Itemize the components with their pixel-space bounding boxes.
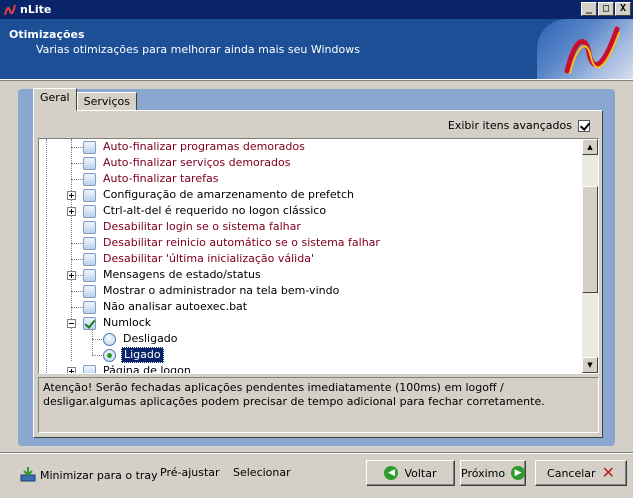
tree-item-disable-login-on-fail[interactable]: Desabilitar login se o sistema falhar [83,219,303,235]
scroll-thumb[interactable] [582,186,598,293]
tweak-checkbox[interactable] [83,300,96,314]
tree-item-numlock[interactable]: Numlock [83,315,153,331]
tree-item-auto-end-programs[interactable]: Auto-finalizar programas demorados [83,139,307,155]
tweak-checkbox[interactable] [83,188,96,202]
expand-prefetch-icon[interactable] [67,191,76,200]
tweak-checkbox[interactable] [83,156,96,170]
tweak-description: Atenção! Serão fechadas aplicações pende… [38,377,599,433]
nlite-logo-icon [537,19,633,79]
tree-item-disable-last-known-good[interactable]: Desabilitar 'última inicialização válida… [83,251,316,267]
arrow-left-icon: ◀ [384,466,399,480]
header-banner: Otimizações Varias otimizações para melh… [0,19,633,79]
scroll-up-button[interactable]: ▲ [582,139,598,155]
footer-divider [0,452,633,454]
next-button[interactable]: Próximo ▶ [460,460,526,486]
tweak-checkbox[interactable] [83,364,96,373]
scroll-down-button[interactable]: ▼ [582,357,598,373]
tweak-checkbox[interactable] [83,284,96,298]
tray-icon [20,466,36,485]
minimize-button[interactable]: _ [581,2,597,16]
tweaks-tree[interactable]: Auto-finalizar programas demorados Auto-… [38,138,599,374]
tree-item-disable-auto-restart[interactable]: Desabilitar reinicio automático se o sis… [83,235,382,251]
minimize-to-tray-link[interactable]: Minimizar para o tray [20,466,158,485]
tweak-checkbox[interactable] [83,172,96,186]
page-subtitle: Varias otimizações para melhorar ainda m… [36,43,360,56]
tree-item-auto-end-tasks[interactable]: Auto-finalizar tarefas [83,171,220,187]
tweak-checkbox[interactable] [83,268,96,282]
expand-ctrl-alt-del-icon[interactable] [67,207,76,216]
page-title: Otimizações [9,28,85,41]
tree-item-logon-page[interactable]: Página de logon [83,363,193,373]
tweak-checkbox[interactable] [83,236,96,250]
close-button[interactable]: X [615,2,631,16]
tree-option-numlock-off[interactable]: Desligado [103,331,180,347]
tree-item-auto-end-services[interactable]: Auto-finalizar serviços demorados [83,155,293,171]
header-divider [0,79,633,81]
tweak-checkbox[interactable] [83,204,96,218]
close-x-icon: ✕ [601,463,615,482]
advanced-items-checkbox[interactable] [578,119,590,132]
collapse-numlock-icon[interactable] [67,319,76,328]
tree-scrollbar[interactable]: ▲ ▼ [582,139,598,373]
tweak-checkbox[interactable] [83,220,96,234]
advanced-items-toggle[interactable]: Exibir itens avançados [448,119,590,132]
select-link[interactable]: Selecionar [233,466,291,479]
title-bar: nLite _ □ X [0,0,633,19]
back-button[interactable]: ◀ Voltar [366,460,455,486]
tweak-checkbox[interactable] [83,316,96,330]
preset-link[interactable]: Pré-ajustar [160,466,220,479]
tab-servicos[interactable]: Serviços [76,92,137,111]
arrow-right-icon: ▶ [511,466,525,480]
tab-page-geral: Exibir itens avançados Auto-finalizar pr… [33,110,603,438]
tree-item-no-autoexec[interactable]: Não analisar autoexec.bat [83,299,249,315]
cancel-button[interactable]: Cancelar ✕ [535,460,627,486]
tab-strip: Geral Serviços [33,88,137,111]
radio-icon[interactable] [103,348,116,362]
tweak-checkbox[interactable] [83,252,96,266]
tab-geral[interactable]: Geral [33,88,77,111]
expand-status-messages-icon[interactable] [67,271,76,280]
nlite-app-icon [3,3,17,17]
tree-item-prefetch[interactable]: Configuração de amarzenamento de prefetc… [83,187,356,203]
maximize-button[interactable]: □ [598,2,614,16]
tree-item-ctrl-alt-del[interactable]: Ctrl-alt-del é requerido no logon clássi… [83,203,328,219]
tree-item-status-messages[interactable]: Mensagens de estado/status [83,267,263,283]
tree-option-numlock-on[interactable]: Ligado [103,347,164,363]
radio-icon[interactable] [103,332,116,346]
tweak-checkbox[interactable] [83,140,96,154]
window-title: nLite [20,3,52,16]
advanced-items-label: Exibir itens avançados [447,119,572,132]
expand-logon-page-icon[interactable] [67,367,76,373]
tree-item-show-admin-welcome[interactable]: Mostrar o administrador na tela bem-vind… [83,283,341,299]
